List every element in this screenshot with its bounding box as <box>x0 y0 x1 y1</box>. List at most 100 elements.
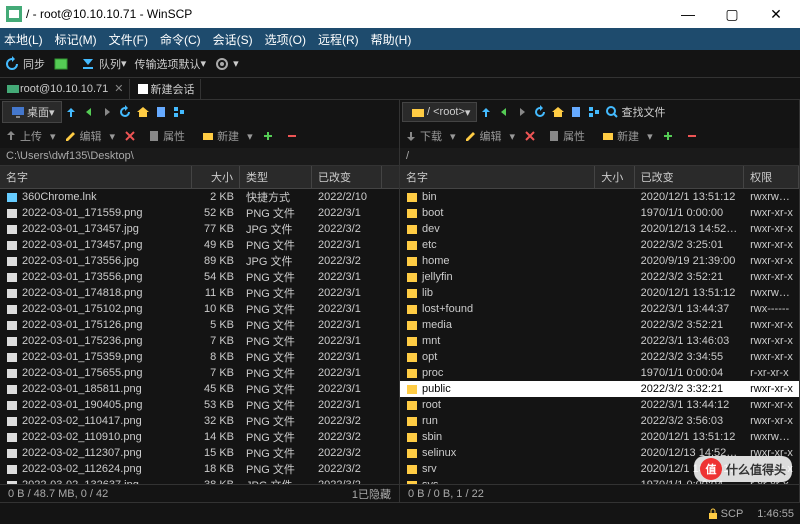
menu-item[interactable]: 命令(C) <box>160 31 201 48</box>
folder-row[interactable]: home2020/9/19 21:39:00rwxr-xr-x <box>400 253 799 269</box>
file-row[interactable]: 2022-03-01_185811.png45 KBPNG 文件2022/3/1 <box>0 381 399 397</box>
select-minus-button[interactable] <box>685 129 701 143</box>
minimize-button[interactable]: — <box>666 0 710 28</box>
new-button[interactable]: 新建 ▾ <box>601 128 653 144</box>
maximize-button[interactable]: ▢ <box>710 0 754 28</box>
col-perm[interactable]: 权限 <box>744 166 799 188</box>
select-minus-button[interactable] <box>285 129 301 143</box>
folder-row[interactable]: sbin2020/12/1 13:51:12rwxrwxrw <box>400 429 799 445</box>
folder-row[interactable]: media2022/3/2 3:52:21rwxr-xr-x <box>400 317 799 333</box>
col-date[interactable]: 已改变 <box>312 166 382 188</box>
folder-row[interactable]: lost+found2022/3/1 13:44:37rwx------ <box>400 301 799 317</box>
folder-row[interactable]: public2022/3/2 3:32:21rwxr-xr-x <box>400 381 799 397</box>
bookmark-icon[interactable] <box>569 105 583 119</box>
session-tab[interactable]: root@10.10.10.71✕ <box>0 79 130 99</box>
tree-icon[interactable] <box>172 105 186 119</box>
file-row[interactable]: 2022-03-01_171559.png52 KBPNG 文件2022/3/1 <box>0 205 399 221</box>
remote-breadcrumb[interactable]: / <box>400 148 799 166</box>
delete-button[interactable] <box>523 129 539 143</box>
file-row[interactable]: 2022-03-02_112307.png15 KBPNG 文件2022/3/2 <box>0 445 399 461</box>
download-button[interactable]: 下载 ▾ <box>404 128 456 144</box>
menu-item[interactable]: 帮助(H) <box>371 31 412 48</box>
nav-fwd-icon[interactable] <box>100 105 114 119</box>
col-name[interactable]: 名字 <box>0 166 192 188</box>
folder-icon <box>406 399 418 411</box>
file-row[interactable]: 2022-03-01_175102.png10 KBPNG 文件2022/3/1 <box>0 301 399 317</box>
file-row[interactable]: 2022-03-01_175236.png7 KBPNG 文件2022/3/1 <box>0 333 399 349</box>
refresh-icon[interactable] <box>533 105 547 119</box>
find-icon[interactable] <box>605 105 619 119</box>
file-row[interactable]: 360Chrome.lnk2 KB快捷方式2022/2/10 <box>0 189 399 205</box>
col-type[interactable]: 类型 <box>240 166 312 188</box>
nav-back-icon[interactable] <box>497 105 511 119</box>
local-breadcrumb[interactable]: C:\Users\dwf135\Desktop\ <box>0 148 399 166</box>
file-row[interactable]: 2022-03-01_175359.png8 KBPNG 文件2022/3/1 <box>0 349 399 365</box>
folder-row[interactable]: run2022/3/2 3:56:03rwxr-xr-x <box>400 413 799 429</box>
nav-back-icon[interactable] <box>82 105 96 119</box>
folder-row[interactable]: opt2022/3/2 3:34:55rwxr-xr-x <box>400 349 799 365</box>
folder-row[interactable]: proc1970/1/1 0:00:04r-xr-xr-x <box>400 365 799 381</box>
new-session-tab[interactable]: 新建会话 <box>130 79 201 99</box>
close-tab-icon[interactable]: ✕ <box>114 82 123 95</box>
file-row[interactable]: 2022-03-02_132637.jpg38 KBJPG 文件2022/3/2 <box>0 477 399 484</box>
folder-icon <box>406 191 418 203</box>
browse-button[interactable] <box>53 56 72 72</box>
new-button[interactable]: 新建 ▾ <box>201 128 253 144</box>
col-size[interactable]: 大小 <box>192 166 240 188</box>
menu-item[interactable]: 本地(L) <box>4 31 43 48</box>
bookmark-icon[interactable] <box>154 105 168 119</box>
remote-path-selector[interactable]: / <root> ▾ <box>402 102 477 122</box>
file-row[interactable]: 2022-03-02_110910.png14 KBPNG 文件2022/3/2 <box>0 429 399 445</box>
settings-button[interactable]: ▾ <box>214 56 239 72</box>
col-name[interactable]: 名字 <box>400 166 595 188</box>
home-icon[interactable] <box>551 105 565 119</box>
file-row[interactable]: 2022-03-01_174818.png11 KBPNG 文件2022/3/1 <box>0 285 399 301</box>
tree-icon[interactable] <box>587 105 601 119</box>
file-row[interactable]: 2022-03-01_173457.jpg77 KBJPG 文件2022/3/2 <box>0 221 399 237</box>
local-path-selector[interactable]: 桌面 ▾ <box>2 101 62 123</box>
file-row[interactable]: 2022-03-02_112624.png18 KBPNG 文件2022/3/2 <box>0 461 399 477</box>
menu-item[interactable]: 文件(F) <box>109 31 148 48</box>
close-button[interactable]: ✕ <box>754 0 798 28</box>
folder-row[interactable]: bin2020/12/1 13:51:12rwxrwxrw <box>400 189 799 205</box>
select-plus-button[interactable] <box>661 129 677 143</box>
folder-row[interactable]: dev2020/12/13 14:52:15rwxr-xr-x <box>400 221 799 237</box>
sync-button[interactable]: 同步 <box>4 56 45 72</box>
file-row[interactable]: 2022-03-01_173457.png49 KBPNG 文件2022/3/1 <box>0 237 399 253</box>
folder-row[interactable]: jellyfin2022/3/2 3:52:21rwxr-xr-x <box>400 269 799 285</box>
file-row[interactable]: 2022-03-02_110417.png32 KBPNG 文件2022/3/2 <box>0 413 399 429</box>
file-row[interactable]: 2022-03-01_175126.png5 KBPNG 文件2022/3/1 <box>0 317 399 333</box>
refresh-icon[interactable] <box>118 105 132 119</box>
edit-button[interactable]: 编辑 ▾ <box>464 128 516 144</box>
menu-item[interactable]: 选项(O) <box>265 31 306 48</box>
transfer-options[interactable]: 传输选项 默认 ▾ <box>135 56 207 72</box>
props-button[interactable]: 属性 <box>147 128 193 144</box>
queue-button[interactable]: 队列 ▾ <box>80 56 127 72</box>
folder-row[interactable]: root2022/3/1 13:44:12rwxr-xr-x <box>400 397 799 413</box>
nav-fwd-icon[interactable] <box>515 105 529 119</box>
props-button[interactable]: 属性 <box>547 128 593 144</box>
menu-item[interactable]: 会话(S) <box>213 31 253 48</box>
find-files[interactable]: 查找文件 <box>621 104 665 120</box>
file-row[interactable]: 2022-03-01_190405.png53 KBPNG 文件2022/3/1 <box>0 397 399 413</box>
edit-button[interactable]: 编辑 ▾ <box>64 128 116 144</box>
file-icon <box>6 287 18 299</box>
lock-icon <box>707 508 719 520</box>
upload-button[interactable]: 上传 ▾ <box>4 128 56 144</box>
file-row[interactable]: 2022-03-01_173556.jpg89 KBJPG 文件2022/3/2 <box>0 253 399 269</box>
nav-up-icon[interactable] <box>479 105 493 119</box>
file-row[interactable]: 2022-03-01_173556.png54 KBPNG 文件2022/3/1 <box>0 269 399 285</box>
folder-row[interactable]: lib2020/12/1 13:51:12rwxrwxrw <box>400 285 799 301</box>
col-date[interactable]: 已改变 <box>635 166 745 188</box>
menu-item[interactable]: 远程(R) <box>318 31 359 48</box>
select-plus-button[interactable] <box>261 129 277 143</box>
delete-button[interactable] <box>123 129 139 143</box>
home-icon[interactable] <box>136 105 150 119</box>
folder-row[interactable]: mnt2022/3/1 13:46:03rwxr-xr-x <box>400 333 799 349</box>
menu-item[interactable]: 标记(M) <box>55 31 97 48</box>
file-row[interactable]: 2022-03-01_175655.png7 KBPNG 文件2022/3/1 <box>0 365 399 381</box>
nav-up-icon[interactable] <box>64 105 78 119</box>
folder-row[interactable]: boot1970/1/1 0:00:00rwxr-xr-x <box>400 205 799 221</box>
folder-row[interactable]: etc2022/3/2 3:25:01rwxr-xr-x <box>400 237 799 253</box>
col-size[interactable]: 大小 <box>595 166 634 188</box>
